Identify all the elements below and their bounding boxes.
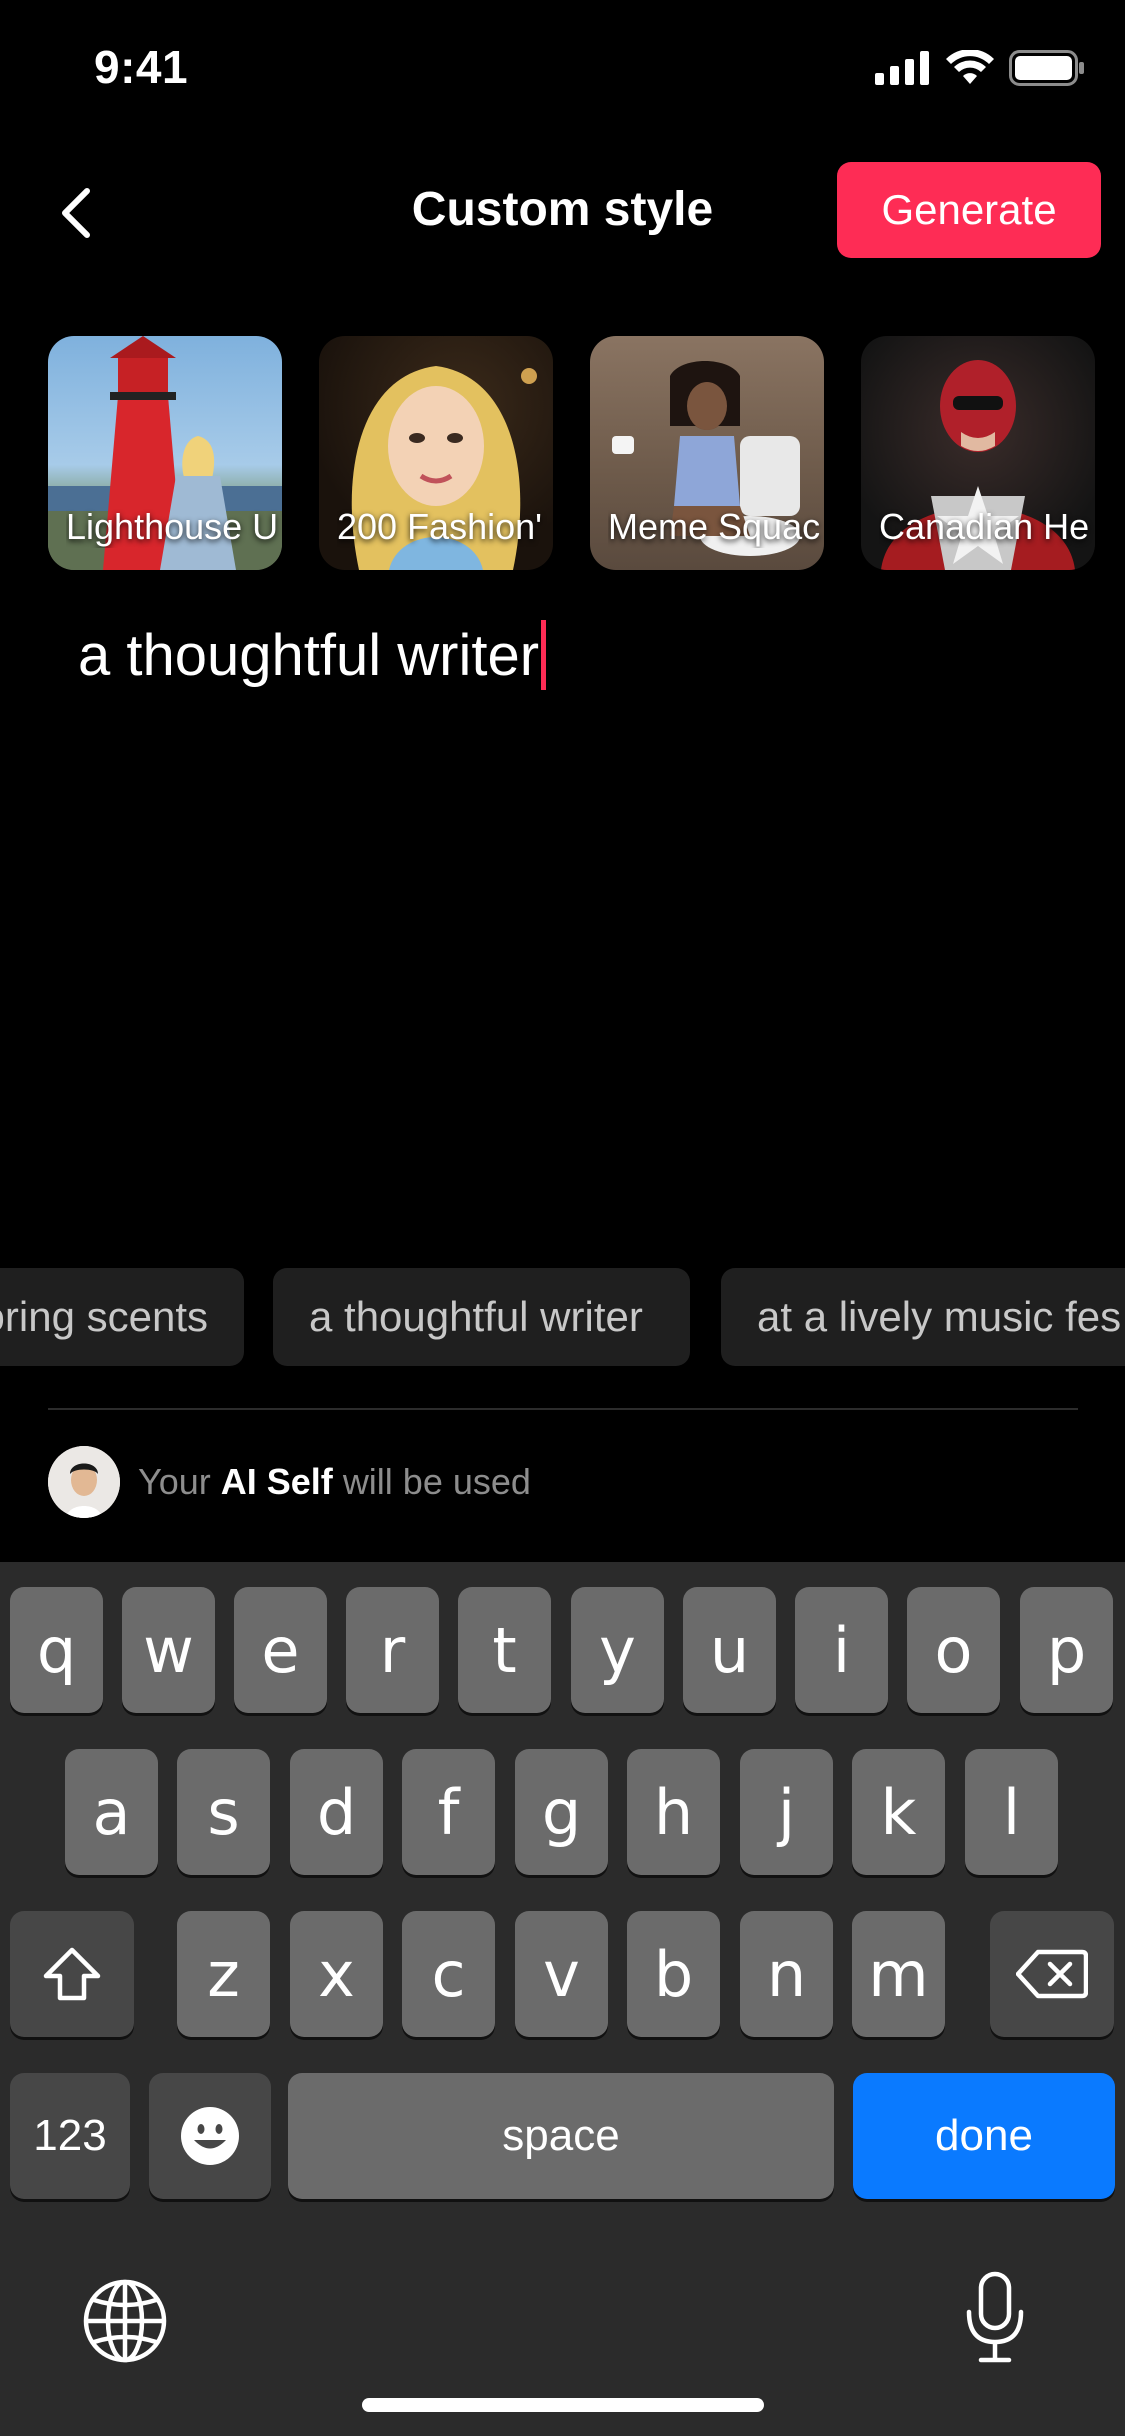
status-bar: 9:41 [0,0,1125,140]
microphone-icon [966,2271,1024,2363]
key-v[interactable]: v [515,1911,608,2037]
divider [48,1408,1078,1410]
key-a[interactable]: a [65,1749,158,1875]
dictation-key[interactable] [955,2268,1035,2368]
battery-icon [1009,50,1084,86]
ai-self-text: Your AI Self will be used [138,1461,531,1503]
key-c[interactable]: c [402,1911,495,2037]
shift-key[interactable] [10,1911,134,2037]
key-r[interactable]: r [346,1587,439,1713]
status-time: 9:41 [94,41,189,93]
key-e[interactable]: e [234,1587,327,1713]
prompt-text: a thoughtful writer [78,622,540,688]
style-card-label: Canadian He [879,506,1090,547]
generate-button[interactable]: Generate [837,162,1101,258]
done-key[interactable]: done [853,2073,1115,2199]
style-card-label: 200 Fashion' [337,506,543,547]
status-icons [875,50,1085,86]
key-z[interactable]: z [177,1911,270,2037]
prompt-input[interactable]: a thoughtful writer [78,620,1058,700]
key-x[interactable]: x [290,1911,383,2037]
header: Custom style Generate [0,160,1125,260]
key-u[interactable]: u [683,1587,776,1713]
cellular-signal-icon [875,51,929,85]
custom-style-screen: 9:41 Custom style Generate Lighthouse U … [0,0,1125,2436]
suggestion-chip[interactable]: oring scents [0,1268,244,1366]
home-indicator [362,2398,764,2412]
suggestion-chip[interactable]: at a lively music fes [721,1268,1125,1366]
delete-key[interactable] [990,1911,1114,2037]
backspace-icon [1016,1949,1088,1999]
key-s[interactable]: s [177,1749,270,1875]
ai-self-suffix: will be used [342,1461,531,1502]
keyboard: q w e r t y u i o p a s d f g h j k l z … [0,1562,1125,2436]
key-b[interactable]: b [627,1911,720,2037]
avatar-image [48,1446,120,1518]
key-w[interactable]: w [122,1587,215,1713]
globe-icon [83,2279,167,2363]
ai-self-notice: Your AI Self will be used [48,1442,531,1522]
wifi-icon [946,50,994,84]
key-k[interactable]: k [852,1749,945,1875]
key-j[interactable]: j [740,1749,833,1875]
emoji-icon [181,2107,239,2165]
style-card-fashion[interactable]: 200 Fashion' [319,336,553,570]
emoji-key[interactable] [149,2073,271,2199]
style-card-meme[interactable]: Meme Squac [590,336,824,570]
key-i[interactable]: i [795,1587,888,1713]
text-caret [541,620,547,690]
avatar [48,1446,120,1518]
key-m[interactable]: m [852,1911,945,2037]
key-g[interactable]: g [515,1749,608,1875]
ai-self-strong: AI Self [220,1461,333,1502]
style-card-lighthouse[interactable]: Lighthouse U [48,336,282,570]
style-cards-row: Lighthouse U 200 Fashion' Meme Squac Can… [48,336,1125,570]
suggestion-chips: oring scents a thoughtful writer at a li… [0,1268,1125,1366]
key-h[interactable]: h [627,1749,720,1875]
numbers-key[interactable]: 123 [10,2073,130,2199]
key-q[interactable]: q [10,1587,103,1713]
ai-self-prefix: Your [138,1461,211,1502]
style-card-canadian-hero[interactable]: Canadian He [861,336,1095,570]
globe-key[interactable] [80,2276,170,2366]
key-o[interactable]: o [907,1587,1000,1713]
style-card-label: Lighthouse U [66,506,279,547]
key-d[interactable]: d [290,1749,383,1875]
key-t[interactable]: t [458,1587,551,1713]
shift-icon [43,1947,101,2001]
key-n[interactable]: n [740,1911,833,2037]
key-y[interactable]: y [571,1587,664,1713]
key-f[interactable]: f [402,1749,495,1875]
style-card-label: Meme Squac [608,506,821,547]
key-p[interactable]: p [1020,1587,1113,1713]
space-key[interactable]: space [288,2073,834,2199]
suggestion-chip[interactable]: a thoughtful writer [273,1268,690,1366]
key-l[interactable]: l [965,1749,1058,1875]
